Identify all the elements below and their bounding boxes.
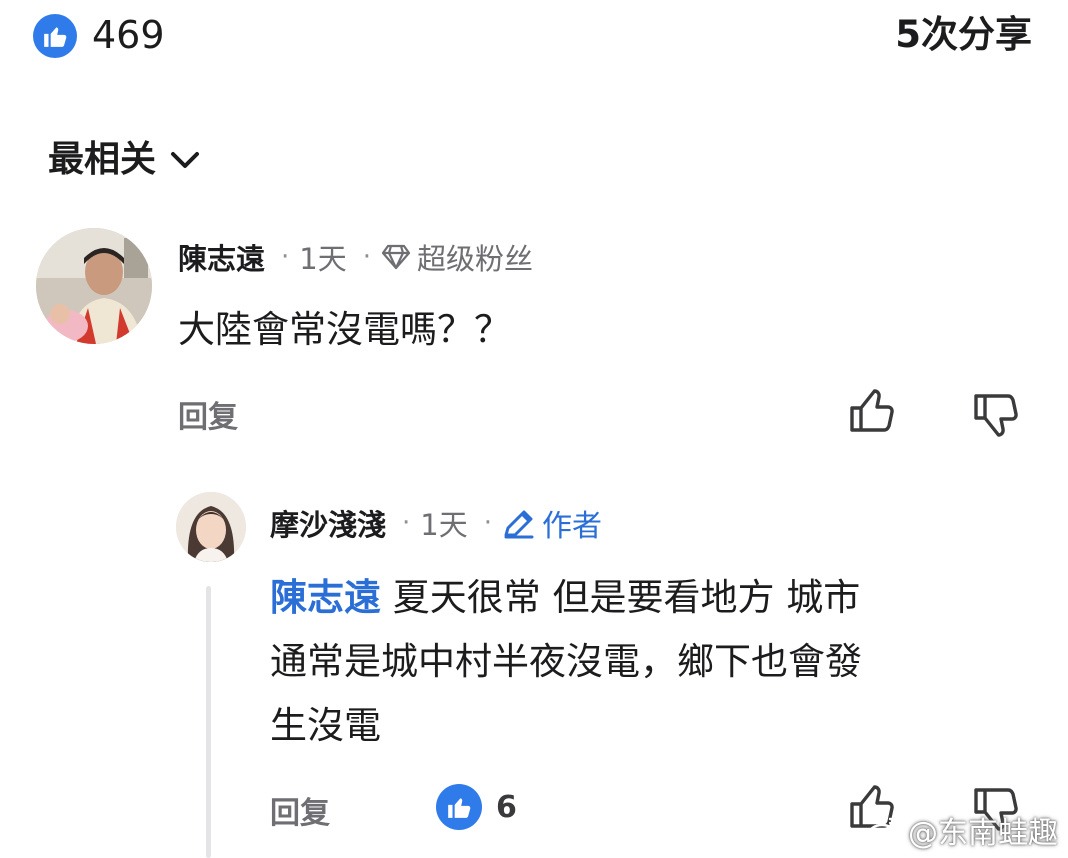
watermark: @东南蛙趣 [866, 808, 1058, 852]
like-reaction-icon [436, 784, 482, 830]
separator-dot: · [402, 508, 411, 538]
reply-text-segment: 夏天很常 但是要看地方 城市 [381, 576, 861, 619]
comment-meta: 陳志遠 · 1天 · 超级粉丝 [178, 236, 533, 278]
avatar-photo [176, 492, 246, 562]
share-count[interactable]: 5次分享 [895, 12, 1032, 58]
separator-dot: · [281, 242, 290, 272]
comment-author[interactable]: 陳志遠 [178, 236, 265, 278]
weibo-logo-icon [867, 817, 900, 845]
thumbs-down-icon [974, 394, 1018, 437]
thumbs-up-icon [448, 798, 471, 818]
reply-meta: 摩沙淺淺 · 1天 · 作者 [270, 501, 602, 545]
reaction-count: 6 [496, 789, 517, 825]
reply-line-2: 通常是城中村半夜沒電，鄉下也會發 [270, 640, 862, 683]
reply-line-1: 陳志遠 夏天很常 但是要看地方 城市 [270, 566, 862, 630]
dislike-button[interactable] [972, 392, 1020, 442]
author-badge: 作者 [502, 501, 602, 545]
thread-line [206, 586, 211, 858]
comment-time: 1天 [299, 242, 347, 276]
mention-link[interactable]: 陳志遠 [270, 576, 381, 619]
pencil-icon [504, 510, 534, 539]
reaction-summary[interactable]: 6 [436, 784, 517, 830]
like-reaction-icon [33, 14, 77, 58]
badge-label: 超级粉丝 [417, 242, 534, 276]
reply-author[interactable]: 摩沙淺淺 [270, 502, 386, 544]
avatar[interactable] [36, 228, 152, 344]
like-button[interactable] [848, 388, 896, 438]
sort-dropdown[interactable]: 最相关 [48, 138, 200, 182]
avatar[interactable] [176, 492, 246, 562]
chevron-down-icon [171, 152, 200, 168]
reply-text: 陳志遠 夏天很常 但是要看地方 城市 通常是城中村半夜沒電，鄉下也會發 生沒電 [270, 566, 862, 758]
separator-dot: · [362, 242, 371, 272]
reply-button[interactable]: 回复 [270, 788, 330, 832]
super-fan-badge: 超级粉丝 [381, 236, 533, 278]
thumbs-up-icon [850, 389, 894, 432]
separator-dot: · [483, 508, 492, 538]
reaction-count[interactable]: 469 [92, 12, 165, 58]
diamond-icon [381, 244, 411, 270]
comment-text: 大陸會常沒電嗎？？ [178, 308, 511, 351]
badge-label: 作者 [542, 509, 602, 544]
avatar-photo [36, 228, 152, 344]
reply-line-3: 生沒電 [270, 704, 381, 747]
reply-time: 1天 [420, 508, 468, 542]
watermark-text: @东南蛙趣 [908, 816, 1058, 851]
reply-button[interactable]: 回复 [178, 392, 238, 436]
thumbs-up-icon [44, 27, 67, 47]
sort-label: 最相关 [48, 139, 157, 180]
